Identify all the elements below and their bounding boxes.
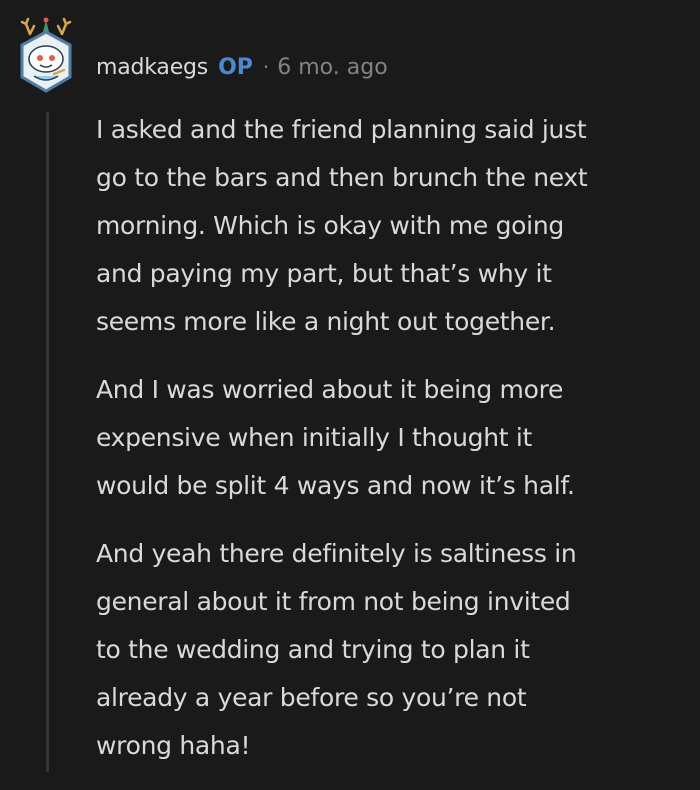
- comment-paragraph: And yeah there definitely is saltiness i…: [96, 530, 686, 770]
- author-username[interactable]: madkaegs: [96, 55, 208, 80]
- text-line: already a year before so you’re not: [96, 683, 527, 712]
- text-line: and paying my part, but that’s why it: [96, 259, 552, 288]
- user-avatar-icon[interactable]: [16, 14, 78, 94]
- comment-paragraph: And I was worried about it being more ex…: [96, 366, 686, 510]
- comment: madkaegs OP · 6 mo. ago I asked and the …: [0, 0, 700, 772]
- text-line: go to the bars and then brunch the next: [96, 163, 588, 192]
- text-line: morning. Which is okay with me going: [96, 211, 564, 240]
- comment-meta: madkaegs OP · 6 mo. ago: [96, 50, 388, 84]
- thread-line[interactable]: [46, 112, 49, 772]
- text-line: And I was worried about it being more: [96, 375, 564, 404]
- text-line: seems more like a night out together.: [96, 307, 556, 336]
- op-badge: OP: [218, 54, 253, 80]
- meta-separator: ·: [262, 55, 270, 79]
- comment-body: I asked and the friend planning said jus…: [96, 106, 686, 790]
- comment-timestamp[interactable]: 6 mo. ago: [277, 55, 387, 80]
- text-line: expensive when initially I thought it: [96, 423, 533, 452]
- text-line: to the wedding and trying to plan it: [96, 635, 530, 664]
- text-line: I asked and the friend planning said jus…: [96, 115, 587, 144]
- comment-paragraph: I asked and the friend planning said jus…: [96, 106, 686, 346]
- text-line: wrong haha!: [96, 731, 251, 760]
- text-line: And yeah there definitely is saltiness i…: [96, 539, 577, 568]
- text-line: would be split 4 ways and now it’s half.: [96, 471, 575, 500]
- text-line: general about it from not being invited: [96, 587, 571, 616]
